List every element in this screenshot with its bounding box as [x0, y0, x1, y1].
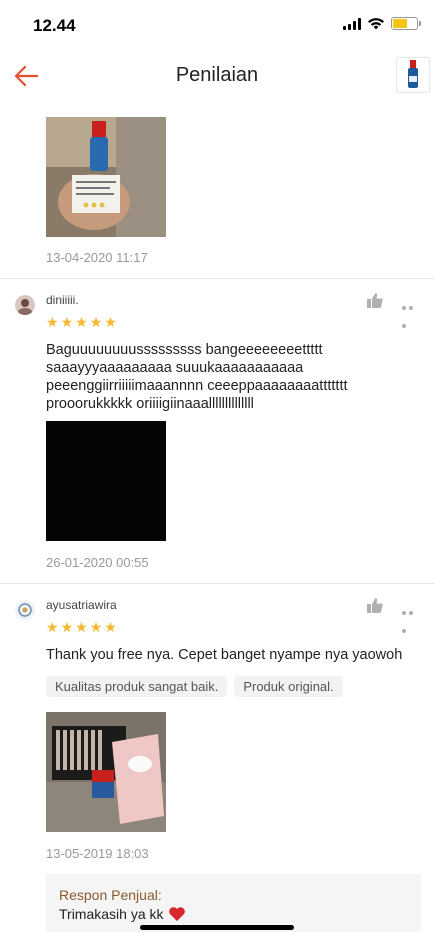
status-bar: 12.44: [0, 0, 434, 50]
heart-icon: [168, 907, 185, 921]
review-text: Thank you free nya. Cepet banget nyampe …: [46, 647, 403, 663]
review-item: ayusatriawira ★ ★ ★ ★ ★ Thank you free n…: [0, 584, 434, 940]
product-bottle-image: [408, 60, 418, 88]
header: Penilaian: [0, 50, 434, 102]
star-icon: ★: [60, 314, 74, 330]
review-tag[interactable]: Kualitas produk sangat baik.: [46, 676, 228, 697]
review-item: diniiiii. ★ ★ ★ ★ ★ Baguuuuuuuusssssssss…: [0, 279, 434, 583]
battery-level: [393, 19, 407, 28]
star-icon: ★: [75, 314, 88, 330]
star-rating: ★ ★ ★ ★ ★: [46, 620, 117, 634]
star-icon: ★: [104, 619, 117, 635]
review-photo[interactable]: [46, 712, 166, 832]
review-date: 26-01-2020 00:55: [46, 555, 149, 570]
seller-response-text-row: Trimakasih ya kk: [59, 906, 408, 922]
status-time: 12.44: [33, 16, 76, 35]
star-icon: ★: [46, 619, 59, 635]
home-indicator[interactable]: [140, 925, 294, 930]
status-icons: [343, 17, 421, 30]
avatar[interactable]: [15, 600, 35, 620]
review-photo[interactable]: [46, 421, 166, 541]
star-icon: ★: [46, 314, 59, 330]
signal-icon: [343, 17, 361, 30]
star-rating: ★ ★ ★ ★ ★: [46, 315, 117, 329]
review-photo[interactable]: [46, 117, 166, 237]
review-username: diniiiii.: [46, 293, 79, 307]
review-item: 13-04-2020 11:17: [0, 102, 434, 278]
star-icon: ★: [60, 619, 74, 635]
product-thumbnail[interactable]: [396, 57, 430, 93]
seller-response: Respon Penjual: Trimakasih ya kk: [46, 874, 421, 932]
seller-response-text: Trimakasih ya kk: [59, 906, 164, 922]
battery-icon: [391, 17, 421, 30]
review-tags: Kualitas produk sangat baik. Produk orig…: [46, 676, 343, 697]
page-title: Penilaian: [175, 64, 259, 86]
review-list: 13-04-2020 11:17 diniiiii. ★ ★ ★ ★ ★ Bag…: [0, 102, 434, 940]
review-username: ayusatriawira: [46, 598, 117, 612]
more-options-icon[interactable]: [402, 297, 422, 328]
review-tag[interactable]: Produk original.: [234, 676, 343, 697]
review-date: 13-04-2020 11:17: [46, 250, 148, 265]
wifi-icon: [368, 18, 384, 30]
star-icon: ★: [89, 314, 103, 330]
review-text: Baguuuuuuuusssssssss bangeeeeeeeettttt s…: [46, 342, 348, 412]
star-icon: ★: [104, 314, 117, 330]
star-icon: ★: [75, 619, 88, 635]
review-date: 13-05-2019 18:03: [46, 846, 149, 861]
thumbs-up-icon[interactable]: [366, 291, 384, 309]
avatar[interactable]: [15, 295, 35, 315]
thumbs-up-icon[interactable]: [366, 596, 384, 614]
seller-response-label: Respon Penjual:: [59, 887, 162, 903]
more-options-icon[interactable]: [402, 602, 422, 633]
star-icon: ★: [89, 619, 103, 635]
